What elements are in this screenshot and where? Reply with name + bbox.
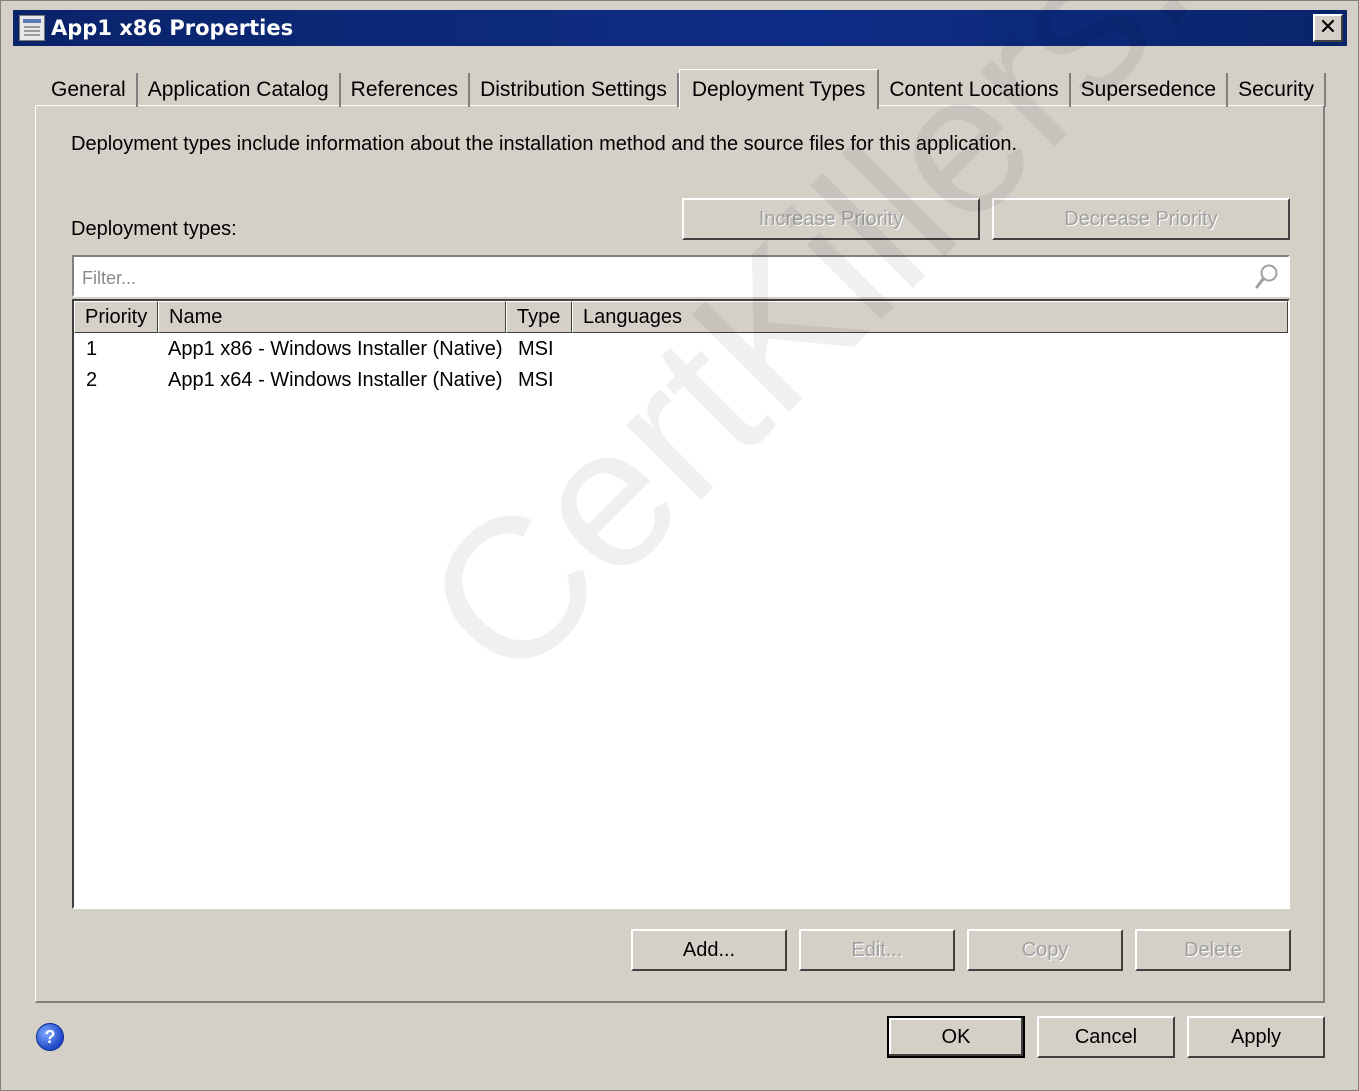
window-title: App1 x86 Properties bbox=[51, 16, 294, 40]
column-header-type[interactable]: Type bbox=[506, 301, 572, 333]
tab-references[interactable]: References bbox=[341, 73, 471, 107]
tab-security[interactable]: Security bbox=[1228, 73, 1326, 107]
filter-input[interactable]: Filter... bbox=[72, 255, 1290, 297]
properties-window: App1 x86 Properties ✕ General Applicatio… bbox=[0, 0, 1359, 1091]
tab-deployment-types[interactable]: Deployment Types bbox=[678, 69, 880, 109]
cell-name: App1 x86 - Windows Installer (Native) bbox=[168, 338, 503, 360]
close-button[interactable]: ✕ bbox=[1313, 14, 1343, 42]
column-header-priority[interactable]: Priority bbox=[74, 301, 158, 333]
tab-supersedence[interactable]: Supersedence bbox=[1071, 73, 1229, 107]
ok-button[interactable]: OK bbox=[887, 1016, 1025, 1058]
increase-priority-button[interactable]: Increase Priority bbox=[682, 198, 980, 240]
deployment-types-list[interactable]: Priority Name Type Languages 1 App1 x86 … bbox=[72, 299, 1290, 909]
cell-name: App1 x64 - Windows Installer (Native) bbox=[168, 369, 503, 391]
add-button[interactable]: Add... bbox=[631, 929, 787, 971]
tab-content-locations[interactable]: Content Locations bbox=[879, 73, 1071, 107]
cell-priority: 2 bbox=[86, 369, 98, 391]
cell-type: MSI bbox=[518, 338, 554, 360]
cancel-button[interactable]: Cancel bbox=[1037, 1016, 1175, 1058]
column-header-name[interactable]: Name bbox=[158, 301, 506, 333]
decrease-priority-button[interactable]: Decrease Priority bbox=[992, 198, 1290, 240]
panel-description: Deployment types include information abo… bbox=[71, 133, 1018, 155]
copy-button[interactable]: Copy bbox=[967, 929, 1123, 971]
delete-button[interactable]: Delete bbox=[1135, 929, 1291, 971]
column-header-languages[interactable]: Languages bbox=[572, 301, 1288, 333]
filter-placeholder: Filter... bbox=[82, 268, 137, 288]
list-header: Priority Name Type Languages bbox=[74, 301, 1288, 333]
edit-button[interactable]: Edit... bbox=[799, 929, 955, 971]
help-icon[interactable]: ? bbox=[36, 1023, 64, 1051]
tab-application-catalog[interactable]: Application Catalog bbox=[138, 73, 341, 107]
cell-priority: 1 bbox=[86, 338, 98, 360]
tab-general[interactable]: General bbox=[41, 73, 138, 107]
table-row[interactable]: 1 App1 x86 - Windows Installer (Native) … bbox=[74, 335, 1288, 365]
table-row[interactable]: 2 App1 x64 - Windows Installer (Native) … bbox=[74, 366, 1288, 396]
tab-strip: General Application Catalog References D… bbox=[41, 69, 1326, 109]
tab-distribution-settings[interactable]: Distribution Settings bbox=[470, 73, 679, 107]
cell-type: MSI bbox=[518, 369, 554, 391]
deployment-types-label: Deployment types: bbox=[71, 218, 237, 240]
search-icon[interactable] bbox=[1254, 263, 1280, 291]
window-icon bbox=[19, 15, 45, 41]
title-bar[interactable]: App1 x86 Properties ✕ bbox=[13, 10, 1347, 46]
apply-button[interactable]: Apply bbox=[1187, 1016, 1325, 1058]
